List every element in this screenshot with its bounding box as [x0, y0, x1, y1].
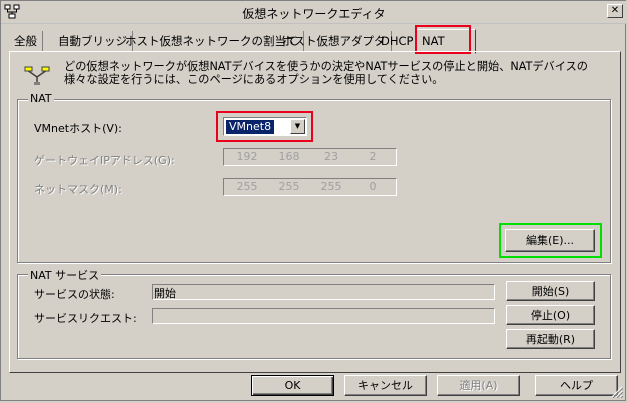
nat-group-title: NAT [28, 92, 54, 105]
gateway-ip-field[interactable]: 192 168 23 2 [223, 148, 397, 166]
network-icon [24, 66, 50, 85]
tab-host-virtual-adapters[interactable]: ホスト仮想アダプタ [277, 31, 392, 51]
ok-button[interactable]: OK [251, 375, 334, 396]
gateway-label: ゲートウェイIPアドレス(G): [34, 154, 175, 167]
page-description: どの仮想ネットワークが仮想NATデバイスを使うかの決定やNATサービスの停止と開… [64, 60, 588, 86]
gateway-octet-1: 192 [236, 150, 258, 163]
edit-button-highlight [499, 223, 602, 258]
nat-service-group-title: NAT サービス [28, 267, 102, 283]
service-request-label: サービスリクエスト: [34, 312, 137, 325]
network-editor-window: 仮想ネットワークエディタ ✕ 全般 自動ブリッジ ホスト仮想ネットワークの割当て… [0, 0, 627, 401]
service-status-label: サービスの状態: [34, 288, 115, 301]
gateway-octet-4: 2 [369, 150, 377, 163]
netmask-label: ネットマスク(M): [34, 183, 122, 196]
stop-button[interactable]: 停止(O) [506, 305, 595, 325]
service-status-value: 開始 [154, 287, 176, 300]
gateway-octet-2: 168 [278, 150, 300, 163]
netmask-octet-2: 255 [278, 180, 300, 193]
start-button[interactable]: 開始(S) [506, 281, 595, 301]
title-bar: 仮想ネットワークエディタ ✕ [1, 1, 627, 24]
netmask-octet-1: 255 [236, 180, 258, 193]
vmnet-select-highlight [216, 111, 313, 142]
service-status-field: 開始 [152, 284, 495, 300]
window-title: 仮想ネットワークエディタ [242, 7, 386, 21]
vmnet-host-label: VMnetホスト(V): [34, 122, 122, 135]
cancel-button[interactable]: キャンセル [344, 375, 427, 396]
resize-grip-icon[interactable] [611, 386, 623, 398]
netmask-octet-3: 255 [320, 180, 342, 193]
help-button[interactable]: ヘルプ [535, 375, 618, 396]
restart-button[interactable]: 再起動(R) [506, 329, 595, 349]
close-button[interactable]: ✕ [607, 4, 623, 18]
netmask-field[interactable]: 255 255 255 0 [223, 178, 397, 196]
tab-general[interactable]: 全般 [9, 31, 43, 51]
netmask-octet-4: 0 [369, 180, 377, 193]
tab-host-network-mapping[interactable]: ホスト仮想ネットワークの割当て [120, 31, 304, 51]
tab-dhcp[interactable]: DHCP [376, 31, 418, 51]
gateway-octet-3: 23 [324, 150, 338, 163]
nat-tab-highlight [415, 25, 471, 54]
apply-button[interactable]: 適用(A) [437, 375, 520, 396]
service-request-field [152, 308, 495, 324]
